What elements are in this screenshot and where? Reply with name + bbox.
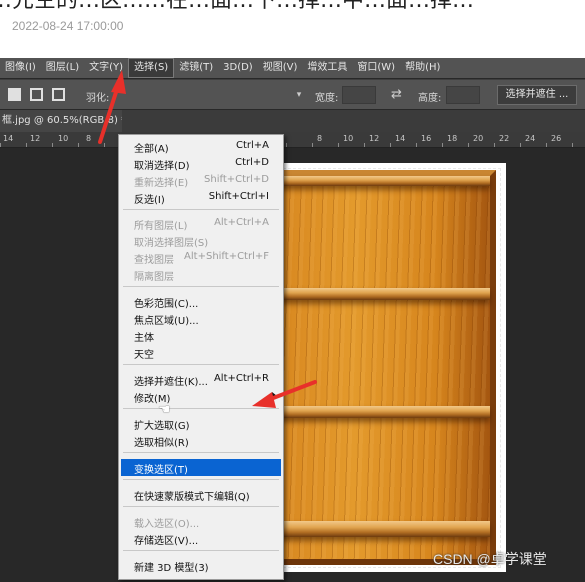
annotation-arrows <box>98 70 317 408</box>
arrow-to-select-menu <box>98 70 126 144</box>
mouse-cursor-icon: ☚ <box>158 402 171 418</box>
watermark: CSDN @卓学课堂 <box>433 551 547 567</box>
arrow-to-transform-selection <box>252 380 317 408</box>
